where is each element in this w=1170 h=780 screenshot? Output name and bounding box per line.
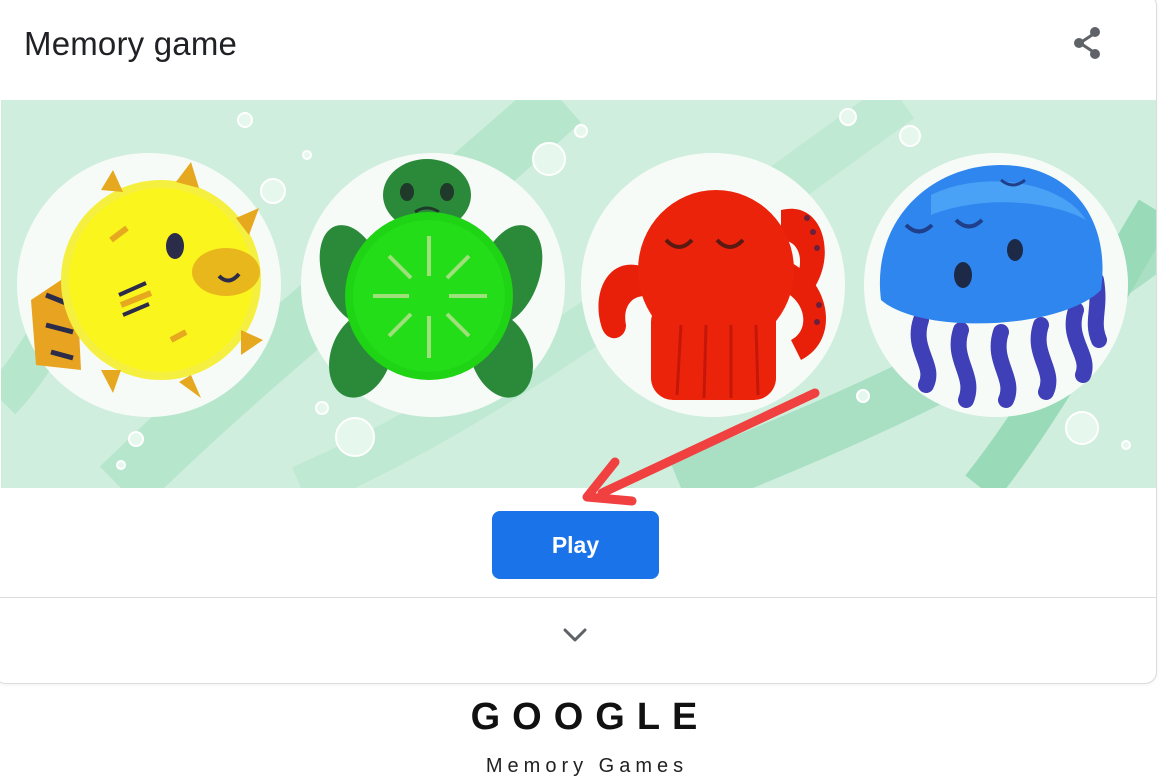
card-title: Memory game bbox=[24, 25, 238, 62]
footer-brand: GOOGLE bbox=[470, 696, 710, 738]
memory-game-card: Memory game Play bbox=[0, 0, 1157, 684]
turtle-icon bbox=[301, 153, 565, 417]
card-divider bbox=[0, 597, 1156, 598]
footer-subtitle: Memory Games bbox=[485, 755, 689, 777]
game-banner bbox=[1, 100, 1156, 488]
octopus-icon bbox=[581, 153, 845, 417]
play-button[interactable]: Play bbox=[492, 511, 659, 579]
share-icon[interactable] bbox=[1069, 23, 1109, 63]
pufferfish-icon bbox=[17, 153, 281, 417]
chevron-down-icon[interactable] bbox=[561, 625, 589, 645]
jellyfish-icon bbox=[864, 153, 1128, 417]
